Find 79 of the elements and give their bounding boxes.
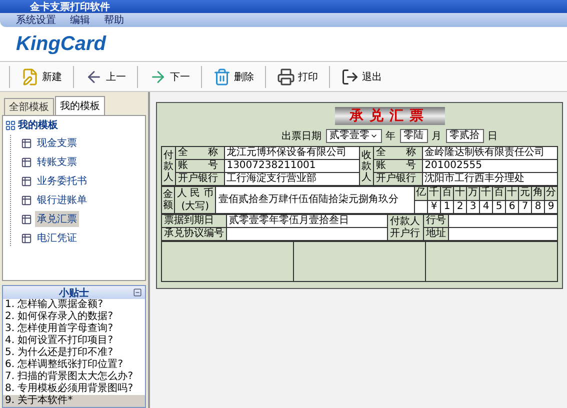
window-title: 金卡支票打印软件 <box>0 0 567 13</box>
field-label: 全 称 <box>373 146 422 160</box>
unit-label: 日 <box>488 130 498 143</box>
field-value[interactable]: 13007238211001 <box>224 160 360 172</box>
field-value[interactable]: 贰零壹零年零伍月壹拾叁日 <box>226 214 388 228</box>
collapse-icon[interactable] <box>133 288 142 297</box>
field-value[interactable]: 201002555 <box>422 160 558 172</box>
unit-label: 十 <box>506 186 518 200</box>
unit-label: 亿 <box>414 186 428 200</box>
unit-label: 百 <box>440 186 454 200</box>
month-field[interactable]: 零陆 <box>400 129 428 143</box>
toolbar-button[interactable]: 下一 <box>145 66 194 88</box>
table-icon <box>21 232 32 244</box>
tip-link[interactable]: 5. 为什么还是打印不准? <box>3 347 145 359</box>
tip-link[interactable]: 9. 关于本软件* <box>3 395 145 407</box>
tab[interactable]: 我的模板 <box>55 96 105 115</box>
printer-icon <box>277 68 295 86</box>
tip-link[interactable]: 8. 专用模板必须用背景图吗? <box>3 383 145 395</box>
exit-icon <box>341 68 359 86</box>
unit-label: 千 <box>428 186 440 200</box>
field-value[interactable]: 金岭隆达制铁有限责任公司 <box>422 146 558 160</box>
table-icon <box>21 138 32 148</box>
amount-words-field[interactable]: 壹佰贰拾叁万肆仟伍佰陆拾柒元捌角玖分 <box>216 186 414 214</box>
form-title: 承兑汇票 <box>334 107 444 125</box>
field-label: 付款人开户行 <box>388 214 424 240</box>
table-icon <box>21 156 32 168</box>
trash-icon <box>213 68 231 86</box>
tips-title: 小贴士 <box>59 286 89 298</box>
table-icon <box>21 194 32 206</box>
tree-item[interactable]: 电汇凭证 <box>35 230 79 246</box>
unit-label: 十 <box>454 186 466 200</box>
toolbar-button[interactable]: 上一 <box>81 66 130 88</box>
tip-link[interactable]: 6. 怎样调整纸张打印位置? <box>3 359 145 371</box>
field-value[interactable]: 龙江元博环保设备有限公司 <box>224 146 360 160</box>
tip-link[interactable]: 7. 扫描的背景图太大怎么办? <box>3 371 145 383</box>
toolbar-button[interactable]: 删除 <box>209 66 258 88</box>
table-icon <box>21 176 32 186</box>
logo: KingCard <box>16 32 106 56</box>
unit-label: 千 <box>480 186 492 200</box>
party-label: 付款人 <box>162 146 176 186</box>
field-label: 票据到期日 <box>162 214 226 228</box>
tab[interactable]: 全部模板 <box>4 98 54 115</box>
date-label: 出票日期 <box>282 130 322 143</box>
tip-link[interactable]: 2. 如何保存录入的数据? <box>3 311 145 323</box>
day-field[interactable]: 零贰拾 <box>446 129 484 143</box>
unit-label: 角 <box>532 186 544 200</box>
unit-label: 月 <box>432 130 442 143</box>
tree-item[interactable]: 转账支票 <box>35 154 79 170</box>
caret-icon <box>370 132 378 140</box>
table-icon <box>21 214 32 224</box>
tree-item[interactable]: 现金支票 <box>35 135 79 151</box>
toolbar-button[interactable]: 退出 <box>337 66 386 88</box>
tree-item[interactable]: 业务委托书 <box>35 173 89 189</box>
unit-label: 元 <box>518 186 532 200</box>
field-label: 承兑协议编号 <box>162 228 226 240</box>
field-label: 全 称 <box>176 146 224 160</box>
field-value[interactable]: 沈阳市工行西丰分理处 <box>422 172 558 186</box>
unit-label: 百 <box>492 186 506 200</box>
document-pen-icon <box>21 68 39 86</box>
tree-item[interactable]: 银行进账单 <box>35 192 89 208</box>
year-select[interactable]: 贰零壹零 <box>326 129 382 143</box>
field-label: 账 号 <box>176 160 224 172</box>
field-label: 开户银行 <box>176 172 224 186</box>
toolbar-button[interactable]: 新建 <box>17 66 66 88</box>
menu-item[interactable]: 系统设置 <box>16 13 56 27</box>
unit-label: 年 <box>386 130 396 143</box>
field-value[interactable]: 工行海淀支行营业部 <box>224 172 360 186</box>
amount-label: 金额 <box>162 186 174 214</box>
tree-root[interactable]: 我的模板 <box>18 118 58 132</box>
unit-label: 万 <box>466 186 480 200</box>
field-label: 账 号 <box>373 160 422 172</box>
unit-label: 分 <box>544 186 558 200</box>
tip-link[interactable]: 4. 如何设置不打印项目? <box>3 335 145 347</box>
tip-link[interactable]: 3. 怎样使用首字母查询? <box>3 323 145 335</box>
tip-link[interactable]: 1. 怎样输入票据金额? <box>3 299 145 311</box>
toolbar-button[interactable]: 打印 <box>273 66 322 88</box>
menu-item[interactable]: 编辑 <box>70 13 90 27</box>
tree-item[interactable]: 承兑汇票 <box>35 211 79 227</box>
menu-item[interactable]: 帮助 <box>104 13 124 27</box>
